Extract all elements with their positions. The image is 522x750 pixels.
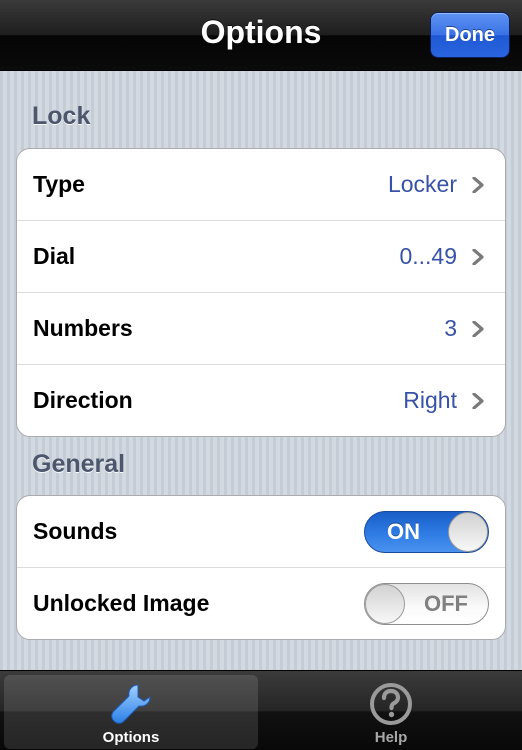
unlocked-image-toggle[interactable]: OFF — [364, 583, 489, 625]
lock-settings-group: Type Locker Dial 0...49 Numbers 3 Direct… — [16, 148, 506, 437]
section-header-general: General — [32, 450, 126, 478]
toggle-knob[interactable] — [448, 512, 488, 552]
sounds-toggle[interactable]: ON — [364, 511, 489, 553]
question-circle-icon — [370, 683, 412, 725]
row-value: 3 — [444, 315, 457, 341]
wrench-icon — [111, 684, 151, 724]
row-label: Dial — [33, 243, 76, 269]
row-label: Numbers — [33, 315, 133, 341]
chevron-right-icon — [472, 177, 484, 193]
row-unlocked-image: Unlocked Image OFF — [17, 568, 505, 639]
row-direction[interactable]: Direction Right — [17, 365, 505, 436]
row-value: Right — [403, 387, 457, 413]
done-button[interactable]: Done — [430, 12, 510, 58]
tab-label: Options — [102, 729, 160, 746]
chevron-right-icon — [472, 393, 484, 409]
row-label: Direction — [33, 387, 133, 413]
tab-options[interactable]: Options — [4, 675, 258, 749]
chevron-right-icon — [472, 321, 484, 337]
tab-bar: Options Help — [0, 670, 522, 750]
row-label: Sounds — [33, 518, 118, 544]
row-label: Type — [33, 171, 85, 197]
toggle-knob[interactable] — [365, 584, 405, 624]
row-dial[interactable]: Dial 0...49 — [17, 221, 505, 293]
row-numbers[interactable]: Numbers 3 — [17, 293, 505, 365]
general-settings-group: Sounds ON Unlocked Image OFF — [16, 495, 506, 640]
row-sounds: Sounds ON — [17, 496, 505, 568]
tab-label: Help — [374, 729, 408, 746]
navigation-bar: Options Done — [0, 0, 522, 71]
row-type[interactable]: Type Locker — [17, 149, 505, 221]
toggle-text: OFF — [424, 591, 468, 616]
chevron-right-icon — [472, 249, 484, 265]
toggle-text: ON — [387, 519, 420, 544]
row-value: Locker — [387, 171, 457, 197]
row-value: 0...49 — [399, 243, 457, 269]
section-header-lock: Lock — [32, 102, 91, 130]
row-label: Unlocked Image — [33, 590, 210, 616]
tab-help[interactable]: Help — [264, 675, 518, 749]
